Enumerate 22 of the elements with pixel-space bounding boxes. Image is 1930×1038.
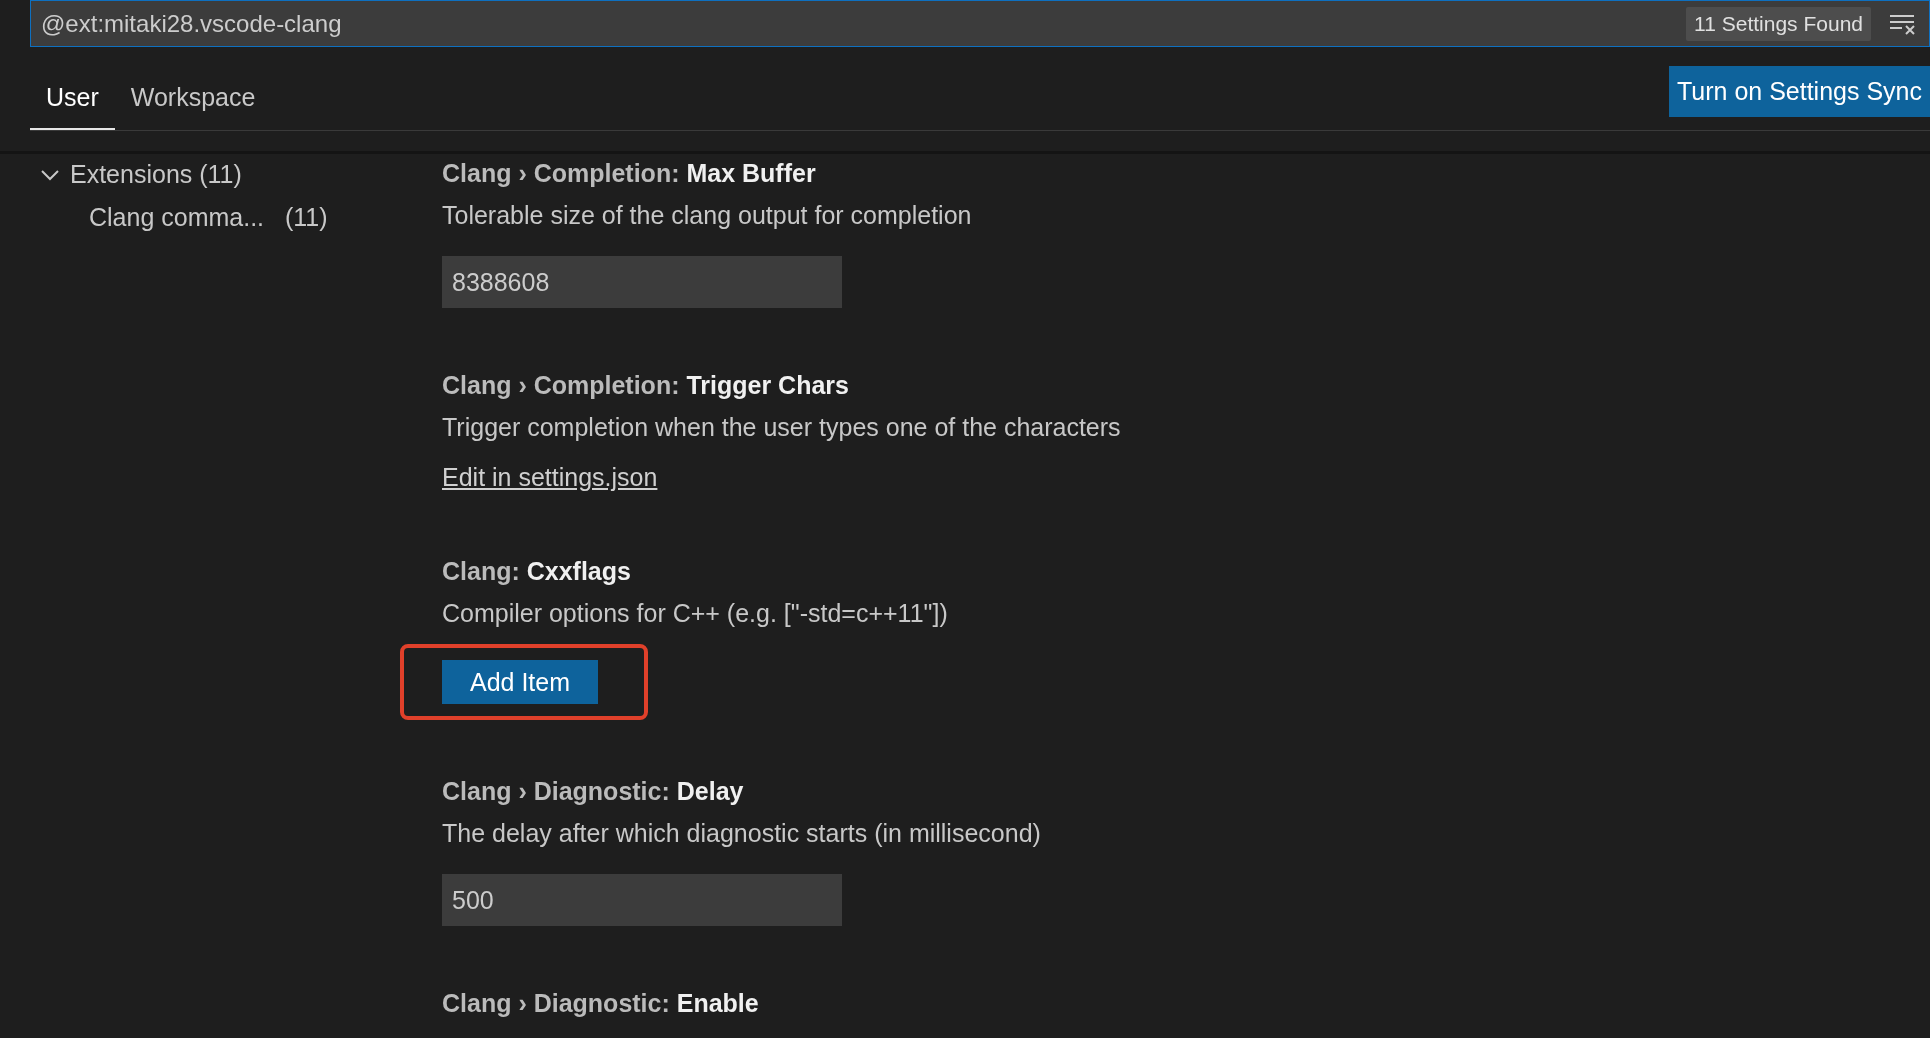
clear-filter-icon[interactable]: [1889, 12, 1917, 35]
settings-tab[interactable]: User: [30, 67, 115, 130]
settings-sync-button[interactable]: Turn on Settings Sync: [1668, 66, 1930, 117]
setting-title: Clang › Diagnostic: Delay: [442, 776, 745, 807]
setting-title: Clang › Diagnostic: Enable: [442, 988, 760, 1019]
results-count: 11 Settings Found: [1686, 6, 1871, 41]
setting-title: Clang: Cxxflags: [442, 556, 632, 587]
setting-title: Clang › Completion: Trigger Chars: [442, 370, 850, 401]
setting-description: Trigger completion when the user types one of the characters: [442, 412, 1122, 443]
setting-input[interactable]: 8388608: [442, 256, 842, 308]
setting-description: Tolerable size of the clang output for completion: [442, 200, 973, 231]
search-input[interactable]: @ext:mitaki28.vscode-clang: [41, 9, 1669, 38]
setting-description: Compiler options for C++ (e.g. ["-std=c++11"]): [442, 598, 949, 629]
setting-input[interactable]: 500: [442, 874, 842, 926]
settings-tab[interactable]: Workspace: [114, 67, 272, 130]
tree-item[interactable]: Clang comma... (11): [40, 203, 400, 232]
tree-item[interactable]: Extensions (11): [40, 160, 400, 189]
edit-settings-link[interactable]: Edit in settings.json: [442, 460, 658, 494]
add-item-button[interactable]: Add Item: [442, 660, 599, 704]
setting-title: Clang › Completion: Max Buffer: [442, 158, 817, 189]
search-field[interactable]: @ext:mitaki28.vscode-clang 11 Settings Found: [30, 0, 1930, 47]
setting-description: The delay after which diagnostic starts (in millisecond): [442, 818, 1042, 849]
